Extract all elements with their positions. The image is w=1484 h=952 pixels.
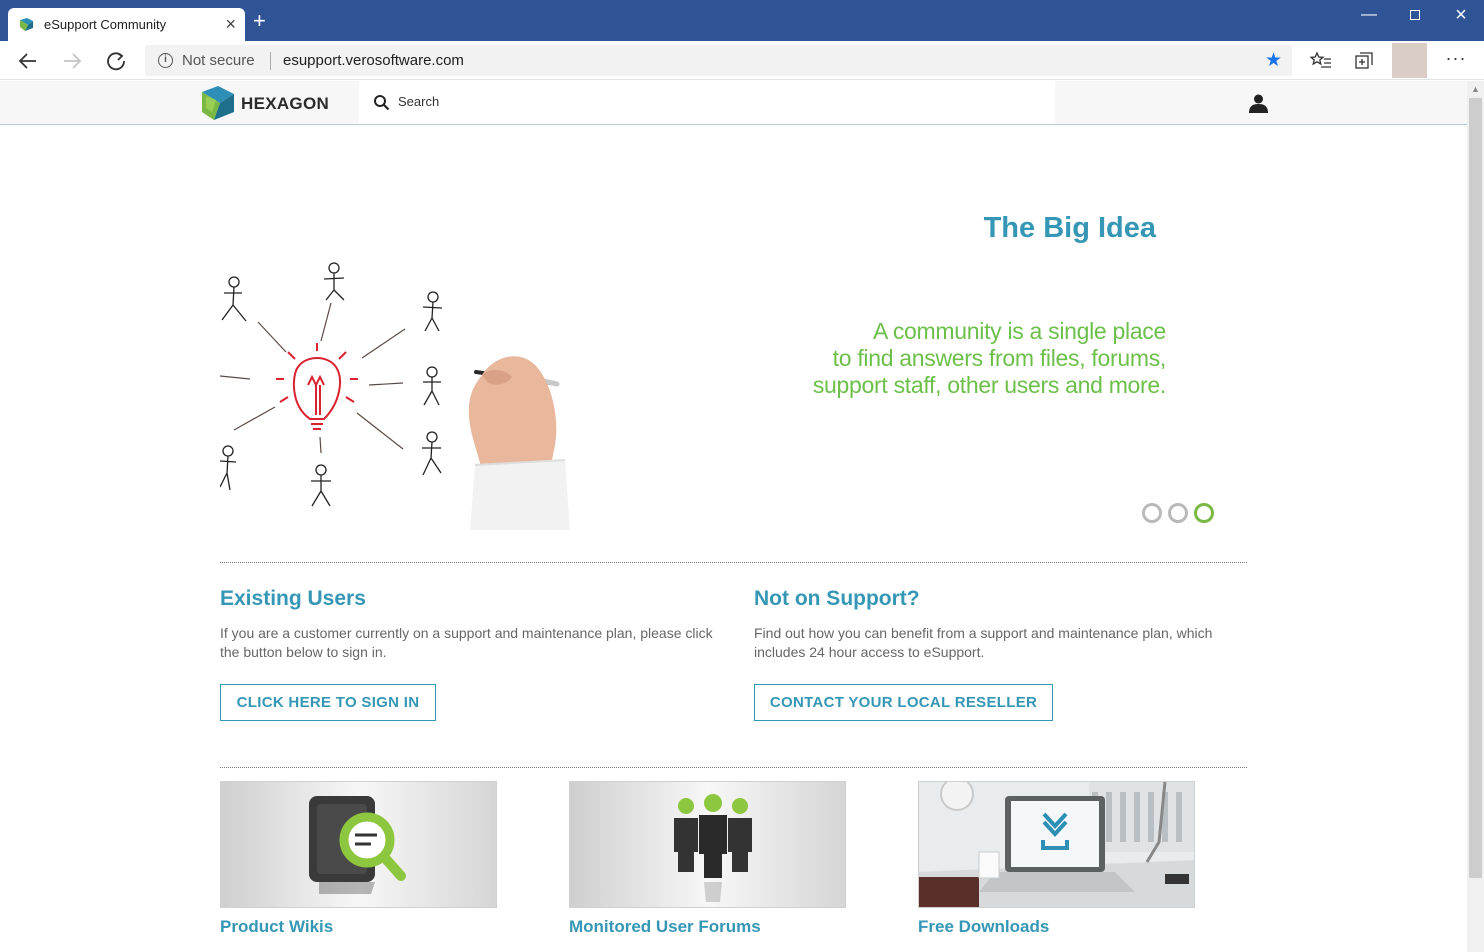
- search-label: Search: [398, 94, 440, 109]
- close-tab-icon[interactable]: ×: [225, 14, 236, 34]
- plus-icon[interactable]: +: [253, 10, 266, 32]
- not-on-support-heading: Not on Support?: [754, 587, 920, 610]
- collections-icon[interactable]: [1353, 50, 1375, 72]
- security-label: Not secure: [182, 52, 255, 69]
- existing-users-heading: Existing Users: [220, 587, 366, 610]
- profile-avatar[interactable]: [1392, 43, 1427, 78]
- minimize-icon[interactable]: —: [1346, 0, 1392, 32]
- hero-text: A community is a single place to find an…: [812, 318, 1166, 398]
- product-wikis-image[interactable]: [220, 781, 497, 908]
- product-wikis-link[interactable]: Product Wikis: [220, 917, 333, 937]
- favorite-star-icon[interactable]: ★: [1265, 49, 1282, 72]
- carousel-dot-2[interactable]: [1168, 503, 1188, 523]
- page-scrollbar[interactable]: ▲: [1467, 81, 1484, 952]
- wiki-book-icon: [221, 782, 496, 907]
- user-forums-link[interactable]: Monitored User Forums: [569, 917, 761, 937]
- divider: [220, 767, 1247, 768]
- user-account-icon[interactable]: [1248, 93, 1269, 113]
- tab-title: eSupport Community: [44, 17, 167, 32]
- refresh-icon[interactable]: [104, 49, 128, 73]
- url-text[interactable]: esupport.verosoftware.com: [283, 52, 464, 69]
- scroll-up-arrow-icon[interactable]: ▲: [1467, 81, 1484, 98]
- scroll-thumb[interactable]: [1469, 98, 1482, 878]
- big-idea-illustration: [220, 262, 570, 530]
- carousel-dot-1[interactable]: [1142, 503, 1162, 523]
- address-divider: [270, 52, 271, 70]
- search-icon: [374, 95, 390, 111]
- more-options-icon[interactable]: ···: [1442, 48, 1470, 69]
- info-icon[interactable]: i: [158, 53, 173, 68]
- divider: [220, 562, 1247, 563]
- search-box[interactable]: Search: [359, 81, 1055, 124]
- free-downloads-image[interactable]: [918, 781, 1195, 908]
- forward-arrow-icon[interactable]: [60, 49, 84, 73]
- not-on-support-text: Find out how you can benefit from a supp…: [754, 625, 1213, 660]
- browser-titlebar: eSupport Community × + — ×: [0, 0, 1484, 41]
- free-downloads-link[interactable]: Free Downloads: [918, 917, 1049, 937]
- hero-title: The Big Idea: [983, 212, 1156, 244]
- sign-in-button[interactable]: CLICK HERE TO SIGN IN: [220, 684, 436, 721]
- download-laptop-icon: [919, 782, 1194, 907]
- hexagon-logo-icon: [202, 86, 234, 120]
- browser-tab[interactable]: eSupport Community ×: [8, 8, 245, 41]
- address-bar[interactable]: i Not secure esupport.verosoftware.com ★: [145, 45, 1292, 76]
- browser-toolbar: i Not secure esupport.verosoftware.com ★…: [0, 41, 1484, 80]
- maximize-icon[interactable]: [1392, 0, 1438, 32]
- hexagon-logo[interactable]: HEXAGON: [200, 84, 330, 122]
- site-header: HEXAGON Search: [0, 81, 1467, 125]
- contact-reseller-button[interactable]: CONTACT YOUR LOCAL RESELLER: [754, 684, 1053, 721]
- back-arrow-icon[interactable]: [16, 49, 40, 73]
- user-group-icon: [570, 782, 845, 907]
- carousel-dot-3-active[interactable]: [1194, 503, 1214, 523]
- favorites-list-icon[interactable]: [1310, 50, 1332, 72]
- hexagon-favicon-icon: [20, 18, 33, 31]
- existing-users-text: If you are a customer currently on a sup…: [220, 625, 713, 660]
- window-close-icon[interactable]: ×: [1438, 0, 1484, 32]
- user-forums-image[interactable]: [569, 781, 846, 908]
- logo-text: HEXAGON: [241, 94, 330, 113]
